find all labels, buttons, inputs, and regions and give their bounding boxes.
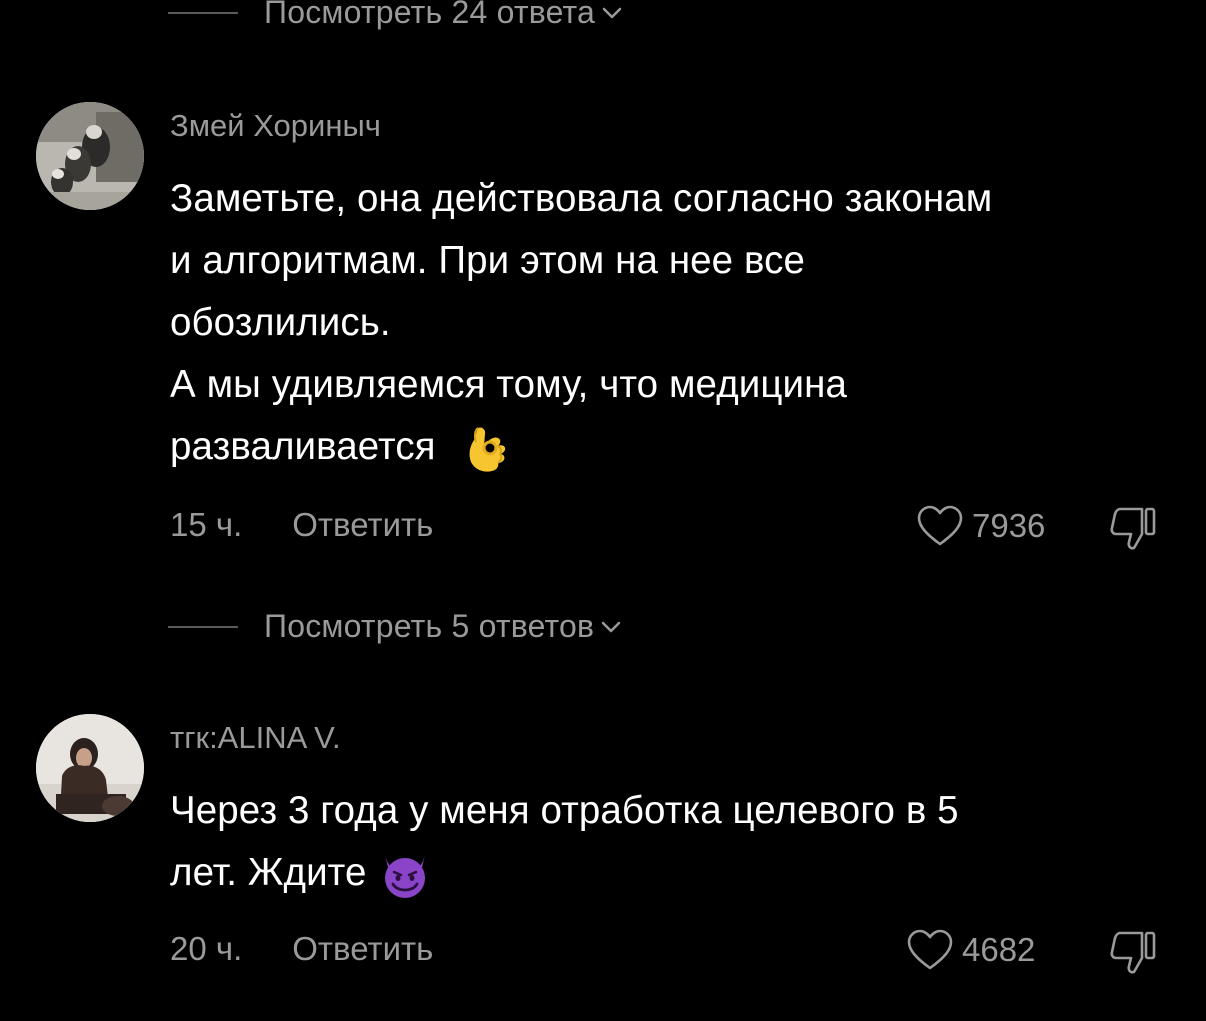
comment-author[interactable]: тгк:ALINA V. — [170, 720, 341, 756]
comment-meta: 20 ч. Ответить — [170, 930, 433, 968]
comment-text-line-content: разваливается — [170, 425, 436, 468]
comment-text-line: разваливается — [170, 416, 1160, 478]
comment-time: 15 ч. — [170, 506, 243, 543]
avatar[interactable] — [36, 102, 144, 210]
comment-text-line: обозлились. — [170, 301, 391, 344]
comment-text: Через 3 года у меня отработка целевого в… — [170, 780, 1160, 904]
reply-button[interactable]: Ответить — [292, 930, 433, 968]
comment-text-line-content: лет. Ждите — [170, 851, 367, 894]
ok-hand-emoji-icon — [469, 426, 506, 472]
comment-text: Заметьте, она действовала согласно закон… — [170, 168, 1160, 478]
chevron-down-icon — [601, 621, 621, 632]
heart-icon[interactable] — [916, 504, 964, 548]
avatar-image — [36, 714, 144, 822]
comment-author[interactable]: Змей Хориныч — [170, 108, 381, 144]
comment-text-line: Заметьте, она действовала согласно закон… — [170, 177, 993, 220]
comment-text-line: Через 3 года у меня отработка целевого в… — [170, 789, 959, 832]
comment-text-line: и алгоритмам. При этом на нее все — [170, 239, 805, 282]
comment-text-line: лет. Ждите — [170, 842, 1160, 904]
view-replies-button[interactable]: Посмотреть 5 ответов — [168, 608, 622, 645]
divider-line — [168, 625, 238, 628]
dislike-icon[interactable] — [1108, 928, 1158, 978]
smiling-devil-emoji-icon — [385, 853, 426, 898]
view-replies-label: Посмотреть 24 ответа — [264, 0, 595, 30]
comment-meta: 15 ч. Ответить — [170, 506, 433, 544]
like-control[interactable]: 4682 — [906, 928, 1035, 972]
chevron-down-icon — [602, 7, 622, 18]
reply-button[interactable]: Ответить — [292, 506, 433, 544]
view-replies-top[interactable]: Посмотреть 24 ответа — [168, 0, 623, 31]
comment-text-line: А мы удивляемся тому, что медицина — [170, 363, 848, 406]
avatar[interactable] — [36, 714, 144, 822]
like-count: 7936 — [972, 507, 1046, 544]
dislike-icon[interactable] — [1108, 504, 1158, 554]
view-replies-label: Посмотреть 5 ответов — [264, 608, 595, 644]
comment-time: 20 ч. — [170, 930, 243, 967]
like-count: 4682 — [962, 931, 1036, 968]
heart-icon[interactable] — [906, 928, 954, 972]
avatar-image — [36, 102, 144, 210]
divider-line — [168, 11, 238, 14]
like-control[interactable]: 7936 — [916, 504, 1045, 548]
